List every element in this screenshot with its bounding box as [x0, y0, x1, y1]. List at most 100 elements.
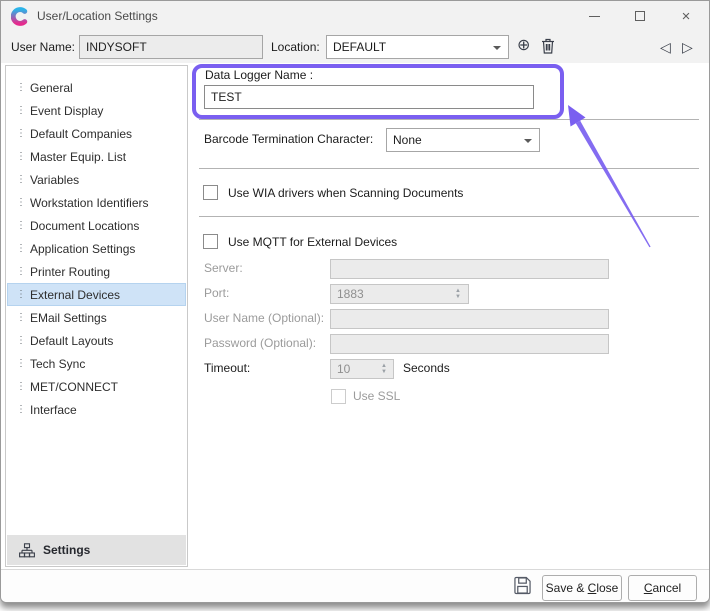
- server-input: [330, 259, 609, 279]
- settings-sidebar: ⋮General ⋮Event Display ⋮Default Compani…: [5, 65, 188, 567]
- sidebar-item-document-locations[interactable]: ⋮Document Locations: [7, 214, 186, 237]
- separator: [199, 216, 699, 217]
- password-optional-label: Password (Optional):: [204, 336, 316, 350]
- timeout-unit-label: Seconds: [403, 361, 450, 375]
- sidebar-item-external-devices[interactable]: ⋮External Devices: [7, 283, 186, 306]
- add-icon: ⊕: [517, 37, 530, 54]
- grip-dots-icon: ⋮: [16, 266, 30, 277]
- separator: [199, 168, 699, 169]
- wia-drivers-checkbox[interactable]: [203, 185, 218, 200]
- sidebar-item-label: Interface: [30, 403, 77, 417]
- sidebar-item-master-equip-list[interactable]: ⋮Master Equip. List: [7, 145, 186, 168]
- minimize-icon: [589, 16, 600, 17]
- grip-dots-icon: ⋮: [16, 105, 30, 116]
- port-label: Port:: [204, 286, 229, 300]
- location-select[interactable]: DEFAULT: [326, 35, 509, 59]
- spin-down-icon: ▼: [381, 369, 387, 375]
- grip-dots-icon: ⋮: [16, 197, 30, 208]
- sidebar-item-label: Default Companies: [30, 127, 132, 141]
- sidebar-item-application-settings[interactable]: ⋮Application Settings: [7, 237, 186, 260]
- footer-bar: Save & Close Cancel: [1, 569, 709, 602]
- sidebar-item-tech-sync[interactable]: ⋮Tech Sync: [7, 352, 186, 375]
- sidebar-item-email-settings[interactable]: ⋮EMail Settings: [7, 306, 186, 329]
- sidebar-item-default-layouts[interactable]: ⋮Default Layouts: [7, 329, 186, 352]
- sidebar-item-label: Tech Sync: [30, 357, 85, 371]
- sidebar-item-label: External Devices: [30, 288, 120, 302]
- sidebar-item-label: General: [30, 81, 73, 95]
- toolbar: User Name: Location: DEFAULT ⊕ ◁ ▷: [1, 31, 709, 63]
- save-and-close-button[interactable]: Save & Close: [542, 575, 622, 601]
- title-bar: User/Location Settings ×: [1, 1, 709, 31]
- grip-dots-icon: ⋮: [16, 220, 30, 231]
- sidebar-item-event-display[interactable]: ⋮Event Display: [7, 99, 186, 122]
- sitemap-icon: [19, 543, 35, 558]
- sidebar-item-variables[interactable]: ⋮Variables: [7, 168, 186, 191]
- sidebar-item-label: Printer Routing: [30, 265, 110, 279]
- close-icon: ×: [682, 8, 691, 25]
- sidebar-item-printer-routing[interactable]: ⋮Printer Routing: [7, 260, 186, 283]
- username-optional-input: [330, 309, 609, 329]
- maximize-button[interactable]: [617, 1, 663, 31]
- sidebar-item-met-connect[interactable]: ⋮MET/CONNECT: [7, 375, 186, 398]
- wia-drivers-label: Use WIA drivers when Scanning Documents: [228, 186, 463, 200]
- barcode-termination-label: Barcode Termination Character:: [204, 132, 373, 146]
- separator: [199, 119, 699, 120]
- cancel-button[interactable]: Cancel: [628, 575, 697, 601]
- location-label: Location:: [271, 40, 320, 54]
- sidebar-item-general[interactable]: ⋮General: [7, 76, 186, 99]
- sidebar-item-label: Default Layouts: [30, 334, 113, 348]
- sidebar-item-interface[interactable]: ⋮Interface: [7, 398, 186, 421]
- arrow-left-icon: ◁: [660, 39, 671, 55]
- sidebar-item-label: Master Equip. List: [30, 150, 126, 164]
- use-ssl-checkbox: [331, 389, 346, 404]
- grip-dots-icon: ⋮: [16, 335, 30, 346]
- sidebar-item-workstation-identifiers[interactable]: ⋮Workstation Identifiers: [7, 191, 186, 214]
- grip-dots-icon: ⋮: [16, 358, 30, 369]
- grip-dots-icon: ⋮: [16, 82, 30, 93]
- port-input: [330, 284, 469, 304]
- barcode-termination-select[interactable]: None: [386, 128, 540, 152]
- grip-dots-icon: ⋮: [16, 243, 30, 254]
- trash-icon: [541, 38, 555, 54]
- delete-location-button[interactable]: [541, 38, 555, 59]
- sidebar-item-default-companies[interactable]: ⋮Default Companies: [7, 122, 186, 145]
- timeout-label: Timeout:: [204, 361, 250, 375]
- user-name-input[interactable]: [79, 35, 263, 59]
- save-button[interactable]: [514, 576, 531, 598]
- username-optional-label: User Name (Optional):: [204, 311, 324, 325]
- minimize-button[interactable]: [571, 1, 617, 31]
- sidebar-item-label: MET/CONNECT: [30, 380, 118, 394]
- data-logger-name-input[interactable]: [204, 85, 534, 109]
- save-floppy-icon: [514, 576, 531, 595]
- location-value: DEFAULT: [333, 40, 386, 54]
- grip-dots-icon: ⋮: [16, 381, 30, 392]
- sidebar-item-label: Application Settings: [30, 242, 135, 256]
- sidebar-item-label: EMail Settings: [30, 311, 107, 325]
- arrow-right-icon: ▷: [682, 39, 693, 55]
- maximize-icon: [635, 11, 645, 21]
- timeout-spinner: ▲ ▼: [377, 361, 391, 377]
- mqtt-checkbox[interactable]: [203, 234, 218, 249]
- grip-dots-icon: ⋮: [16, 151, 30, 162]
- use-ssl-label: Use SSL: [353, 389, 400, 403]
- close-button[interactable]: ×: [663, 1, 709, 31]
- spin-down-icon: ▼: [455, 294, 461, 300]
- previous-record-button[interactable]: ◁: [660, 38, 671, 56]
- grip-dots-icon: ⋮: [16, 174, 30, 185]
- mqtt-label: Use MQTT for External Devices: [228, 235, 397, 249]
- add-location-button[interactable]: ⊕: [517, 37, 530, 55]
- settings-section-button[interactable]: Settings: [7, 535, 186, 565]
- save-close-label: Save & Close: [546, 581, 619, 595]
- app-logo-icon: [11, 7, 30, 26]
- grip-dots-icon: ⋮: [16, 404, 30, 415]
- grip-dots-icon: ⋮: [16, 312, 30, 323]
- sidebar-item-label: Document Locations: [30, 219, 139, 233]
- next-record-button[interactable]: ▷: [682, 38, 693, 56]
- sidebar-item-label: Workstation Identifiers: [30, 196, 149, 210]
- password-optional-input: [330, 334, 609, 354]
- server-label: Server:: [204, 261, 243, 275]
- sidebar-list: ⋮General ⋮Event Display ⋮Default Compani…: [7, 76, 186, 421]
- cancel-label: Cancel: [644, 581, 681, 595]
- chevron-down-icon: [493, 46, 501, 50]
- user-location-settings-window: User/Location Settings × User Name: Loca…: [0, 0, 710, 603]
